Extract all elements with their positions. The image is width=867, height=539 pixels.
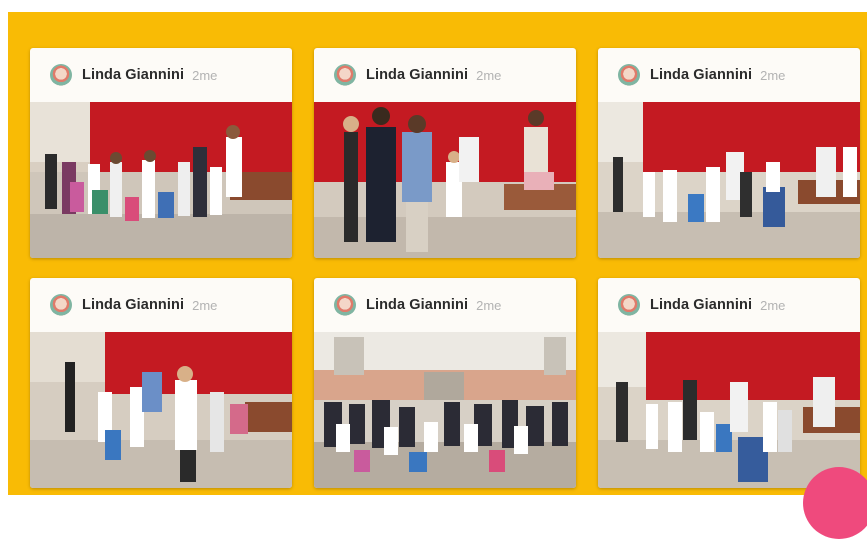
post-header: Linda Giannini 2me — [30, 48, 292, 102]
post-card[interactable]: Linda Giannini 2me — [30, 278, 292, 488]
author-avatar — [618, 294, 640, 316]
post-time: 2me — [476, 297, 502, 313]
author-avatar — [334, 294, 356, 316]
author-name: Linda Giannini — [650, 297, 753, 313]
author-name: Linda Giannini — [82, 297, 185, 313]
post-card[interactable]: Linda Giannini 2me — [598, 48, 860, 258]
post-time: 2me — [192, 297, 218, 313]
post-photo[interactable] — [314, 332, 576, 488]
post-card[interactable]: Linda Giannini 2me — [314, 48, 576, 258]
author-name: Linda Giannini — [82, 67, 185, 83]
post-photo[interactable] — [30, 332, 292, 488]
author-name: Linda Giannini — [366, 297, 469, 313]
post-time: 2me — [192, 67, 218, 83]
post-header: Linda Giannini 2me — [314, 48, 576, 102]
post-card[interactable]: Linda Giannini 2me — [314, 278, 576, 488]
author-avatar — [50, 294, 72, 316]
author-avatar — [334, 64, 356, 86]
post-photo[interactable] — [30, 102, 292, 258]
post-card[interactable]: Linda Giannini 2me — [30, 48, 292, 258]
post-header: Linda Giannini 2me — [598, 48, 860, 102]
padlet-board: Linda Giannini 2me Linda Giannini 2me Li… — [8, 12, 867, 495]
author-name: Linda Giannini — [366, 67, 469, 83]
author-avatar — [50, 64, 72, 86]
post-photo[interactable] — [314, 102, 576, 258]
add-post-button[interactable] — [803, 467, 867, 539]
post-time: 2me — [476, 67, 502, 83]
author-avatar — [618, 64, 640, 86]
post-time: 2me — [760, 67, 786, 83]
author-name: Linda Giannini — [650, 67, 753, 83]
post-photo[interactable] — [598, 102, 860, 258]
post-header: Linda Giannini 2me — [30, 278, 292, 332]
post-header: Linda Giannini 2me — [314, 278, 576, 332]
post-photo[interactable] — [598, 332, 860, 488]
post-header: Linda Giannini 2me — [598, 278, 860, 332]
post-time: 2me — [760, 297, 786, 313]
post-card[interactable]: Linda Giannini 2me — [598, 278, 860, 488]
